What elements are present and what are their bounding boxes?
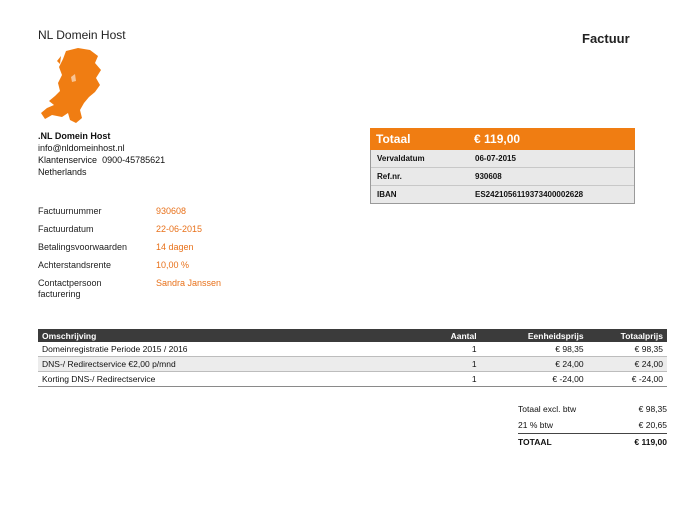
iban-value: ES2421056119373400002628 — [475, 190, 584, 199]
total-header: Totaal € 119,00 — [370, 128, 635, 150]
header-quantity: Aantal — [450, 330, 477, 341]
brand-name: NL Domein Host — [38, 28, 126, 42]
billing-contact-row: Contactpersoon facturering Sandra Jansse… — [38, 278, 221, 300]
item-total-price: € 98,35 — [587, 342, 667, 357]
due-date-value: 06-07-2015 — [475, 154, 516, 163]
subtotal-label: Totaal excl. btw — [518, 404, 577, 414]
billing-contact-value: Sandra Janssen — [156, 278, 222, 288]
item-unit-price: € -24,00 — [480, 371, 588, 387]
totals-summary: Totaal excl. btw € 98,35 21 % btw € 20,6… — [518, 401, 667, 450]
company-name: .NL Domein Host — [38, 131, 111, 141]
item-total-price: € 24,00 — [587, 356, 667, 372]
company-address: .NL Domein Host info@nldomeinhost.nl Kla… — [38, 130, 165, 178]
grand-total-value: € 119,00 — [634, 437, 667, 447]
invoice-date-value: 22-06-2015 — [156, 224, 203, 234]
subtotal-row: Totaal excl. btw € 98,35 — [518, 401, 667, 417]
header-unit-price: Eenheidsprijs — [527, 330, 584, 341]
table-header-row: Omschrijving Aantal Eenheidsprijs Totaal… — [38, 329, 667, 342]
item-description: DNS-/ Redirectservice €2,00 p/mnd — [38, 356, 429, 372]
line-items-table: Omschrijving Aantal Eenheidsprijs Totaal… — [38, 329, 667, 387]
item-unit-price: € 24,00 — [480, 356, 588, 372]
service-label: Klantenservice — [38, 155, 98, 165]
grand-total-label: TOTAAL — [518, 437, 552, 447]
grand-total-row: TOTAAL € 119,00 — [518, 434, 667, 450]
item-quantity: 1 — [428, 371, 481, 387]
late-interest-label: Achterstandsrente — [38, 260, 112, 270]
vat-row: 21 % btw € 20,65 — [518, 417, 667, 434]
item-description: Domeinregistratie Periode 2015 / 2016 — [38, 342, 429, 357]
due-date-label: Vervaldatum — [377, 154, 425, 163]
payment-terms-label: Betalingsvoorwaarden — [38, 242, 128, 252]
customer-service-line: Klantenservice 0900-45785621 — [38, 154, 165, 166]
reference-row: Ref.nr. 930608 — [371, 167, 634, 185]
late-interest-value: 10,00 % — [156, 260, 190, 270]
company-email: info@nldomeinhost.nl — [38, 143, 125, 153]
item-description: Korting DNS-/ Redirectservice — [38, 371, 429, 387]
payment-terms-row: Betalingsvoorwaarden 14 dagen — [38, 242, 221, 253]
invoice-details: Factuurnummer 930608 Factuurdatum 22-06-… — [38, 206, 221, 307]
table-row: Domeinregistratie Periode 2015 / 2016 1 … — [38, 342, 667, 357]
header-total-price: Totaalprijs — [620, 330, 663, 341]
table-row: DNS-/ Redirectservice €2,00 p/mnd 1 € 24… — [38, 356, 667, 372]
invoice-number-row: Factuurnummer 930608 — [38, 206, 221, 217]
total-amount: € 119,00 — [474, 132, 521, 146]
due-date-row: Vervaldatum 06-07-2015 — [371, 150, 634, 167]
iban-row: IBAN ES2421056119373400002628 — [371, 185, 634, 203]
item-quantity: 1 — [428, 342, 481, 357]
vat-value: € 20,65 — [638, 420, 667, 430]
invoice-number-label: Factuurnummer — [38, 206, 102, 216]
subtotal-value: € 98,35 — [638, 404, 667, 414]
table-row: Korting DNS-/ Redirectservice 1 € -24,00… — [38, 371, 667, 387]
invoice-number-value: 930608 — [156, 206, 187, 216]
company-country: Netherlands — [38, 167, 87, 177]
invoice-date-label: Factuurdatum — [38, 224, 94, 234]
vat-label: 21 % btw — [518, 420, 553, 430]
billing-contact-label: Contactpersoon facturering — [38, 278, 102, 299]
iban-label: IBAN — [377, 190, 397, 199]
reference-label: Ref.nr. — [377, 172, 402, 181]
item-quantity: 1 — [428, 356, 481, 372]
item-unit-price: € 98,35 — [480, 342, 588, 357]
late-interest-row: Achterstandsrente 10,00 % — [38, 260, 221, 271]
item-total-price: € -24,00 — [587, 371, 667, 387]
netherlands-map-logo — [41, 48, 101, 123]
service-phone: 0900-45785621 — [102, 155, 166, 165]
payment-terms-value: 14 dagen — [156, 242, 194, 252]
invoice-date-row: Factuurdatum 22-06-2015 — [38, 224, 221, 235]
document-title: Factuur — [582, 31, 630, 46]
total-label: Totaal — [376, 132, 411, 146]
header-description: Omschrijving — [42, 330, 97, 341]
total-summary-box: Totaal € 119,00 Vervaldatum 06-07-2015 R… — [370, 128, 635, 204]
reference-value: 930608 — [475, 172, 502, 181]
